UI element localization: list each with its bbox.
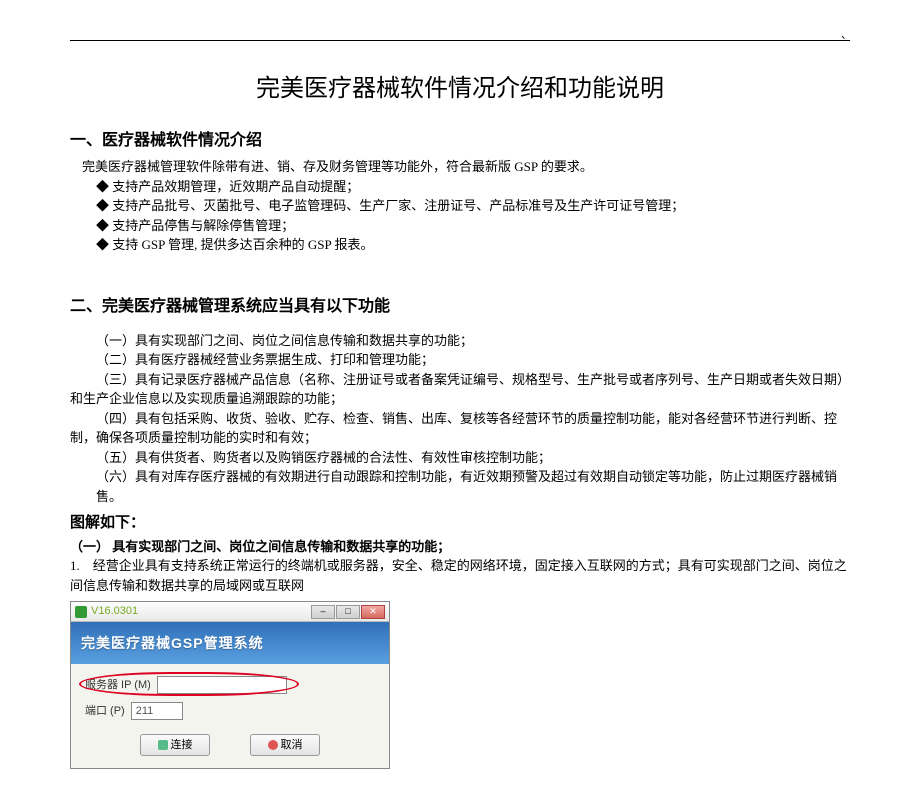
section2-heading: 二、完美医疗器械管理系统应当具有以下功能: [70, 295, 850, 319]
maximize-button[interactable]: □: [336, 605, 360, 619]
version-label: V16.0301: [91, 603, 138, 620]
section1-intro: 完美医疗器械管理软件除带有进、销、存及财务管理等功能外，符合最新版 GSP 的要…: [82, 157, 850, 177]
list-item: （四）具有包括采购、收货、验收、贮存、检查、销售、出库、复核等各经营环节的质量控…: [70, 409, 850, 448]
page-corner-mark: 、: [841, 27, 852, 44]
cancel-button[interactable]: 取消: [250, 734, 320, 756]
port-input[interactable]: [131, 702, 183, 720]
bullet-item: 支持产品停售与解除停售管理；: [96, 216, 850, 236]
connect-icon: [158, 740, 168, 750]
login-screenshot: V16.0301 – □ ✕ 完美医疗器械GSP管理系统 服务器 IP (M) …: [70, 601, 390, 769]
bullet-item: 支持产品批号、灭菌批号、电子监管理码、生产厂家、注册证号、产品标准号及生产许可证…: [96, 196, 850, 216]
app-icon: [75, 606, 87, 618]
list-item: （一）具有实现部门之间、岗位之间信息传输和数据共享的功能；: [96, 331, 850, 351]
illustration-subheading: （一） 具有实现部门之间、岗位之间信息传输和数据共享的功能；: [70, 537, 850, 557]
list-item: （五）具有供货者、购货者以及购销医疗器械的合法性、有效性审核控制功能；: [96, 448, 850, 468]
server-ip-input[interactable]: [157, 676, 287, 694]
list-item: （二）具有医疗器械经营业务票据生成、打印和管理功能；: [96, 350, 850, 370]
cancel-button-label: 取消: [281, 737, 303, 754]
section1-heading: 一、医疗器械软件情况介绍: [70, 129, 850, 153]
cancel-icon: [268, 740, 278, 750]
app-banner: 完美医疗器械GSP管理系统: [71, 622, 389, 664]
connect-button-label: 连接: [171, 737, 193, 754]
bullet-item: 支持 GSP 管理, 提供多达百余种的 GSP 报表。: [96, 235, 850, 255]
section2-items: （一）具有实现部门之间、岗位之间信息传输和数据共享的功能； （二）具有医疗器械经…: [96, 331, 850, 507]
document-title: 完美医疗器械软件情况介绍和功能说明: [70, 71, 850, 107]
illustration-heading: 图解如下：: [70, 512, 850, 535]
close-button[interactable]: ✕: [361, 605, 385, 619]
server-ip-label: 服务器 IP (M): [85, 677, 151, 694]
bullet-item: 支持产品效期管理，近效期产品自动提醒；: [96, 177, 850, 197]
illustration-paragraph: 1. 经营企业具有支持系统正常运行的终端机或服务器，安全、稳定的网络环境，固定接…: [70, 556, 850, 595]
connect-button[interactable]: 连接: [140, 734, 210, 756]
port-label: 端口 (P): [85, 703, 125, 720]
window-titlebar: V16.0301 – □ ✕: [71, 602, 389, 622]
minimize-button[interactable]: –: [311, 605, 335, 619]
list-item: （六）具有对库存医疗器械的有效期进行自动跟踪和控制功能，有近效期预警及超过有效期…: [96, 467, 850, 506]
list-item: （三）具有记录医疗器械产品信息（名称、注册证号或者备案凭证编号、规格型号、生产批…: [70, 370, 850, 409]
section1-bullets: 支持产品效期管理，近效期产品自动提醒； 支持产品批号、灭菌批号、电子监管理码、生…: [96, 177, 850, 255]
